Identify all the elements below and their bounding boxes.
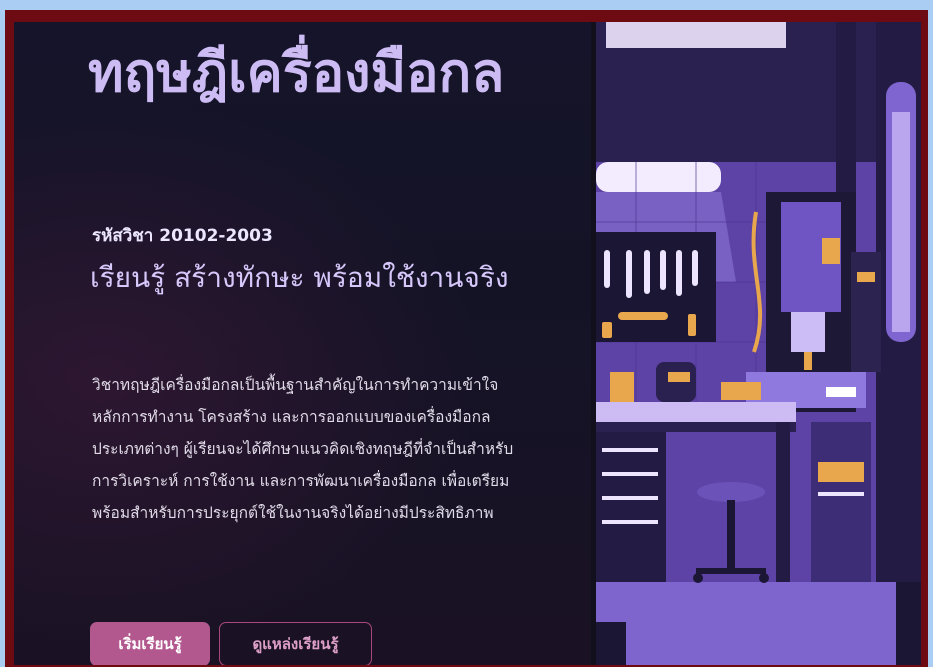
page-frame: ทฤษฎีเครื่องมือกล รหัสวิชา 20102-2003 เร… [5,10,928,667]
hero-text-panel: ทฤษฎีเครื่องมือกล รหัสวิชา 20102-2003 เร… [14,22,591,665]
course-description: วิชาทฤษฎีเครื่องมือกลเป็นพื้นฐานสำคัญในก… [92,376,514,522]
page-title: ทฤษฎีเครื่องมือกล [88,41,505,104]
workshop-illustration [596,22,921,665]
start-learning-button[interactable]: เริ่มเรียนรู้ [90,622,210,665]
course-code: รหัสวิชา 20102-2003 [92,226,273,246]
tagline: เรียนรู้ สร้างทักษะ พร้อมใช้งานจริง [90,261,509,294]
hero-card: ทฤษฎีเครื่องมือกล รหัสวิชา 20102-2003 เร… [14,22,921,665]
view-resources-button[interactable]: ดูแหล่งเรียนรู้ [219,622,372,665]
